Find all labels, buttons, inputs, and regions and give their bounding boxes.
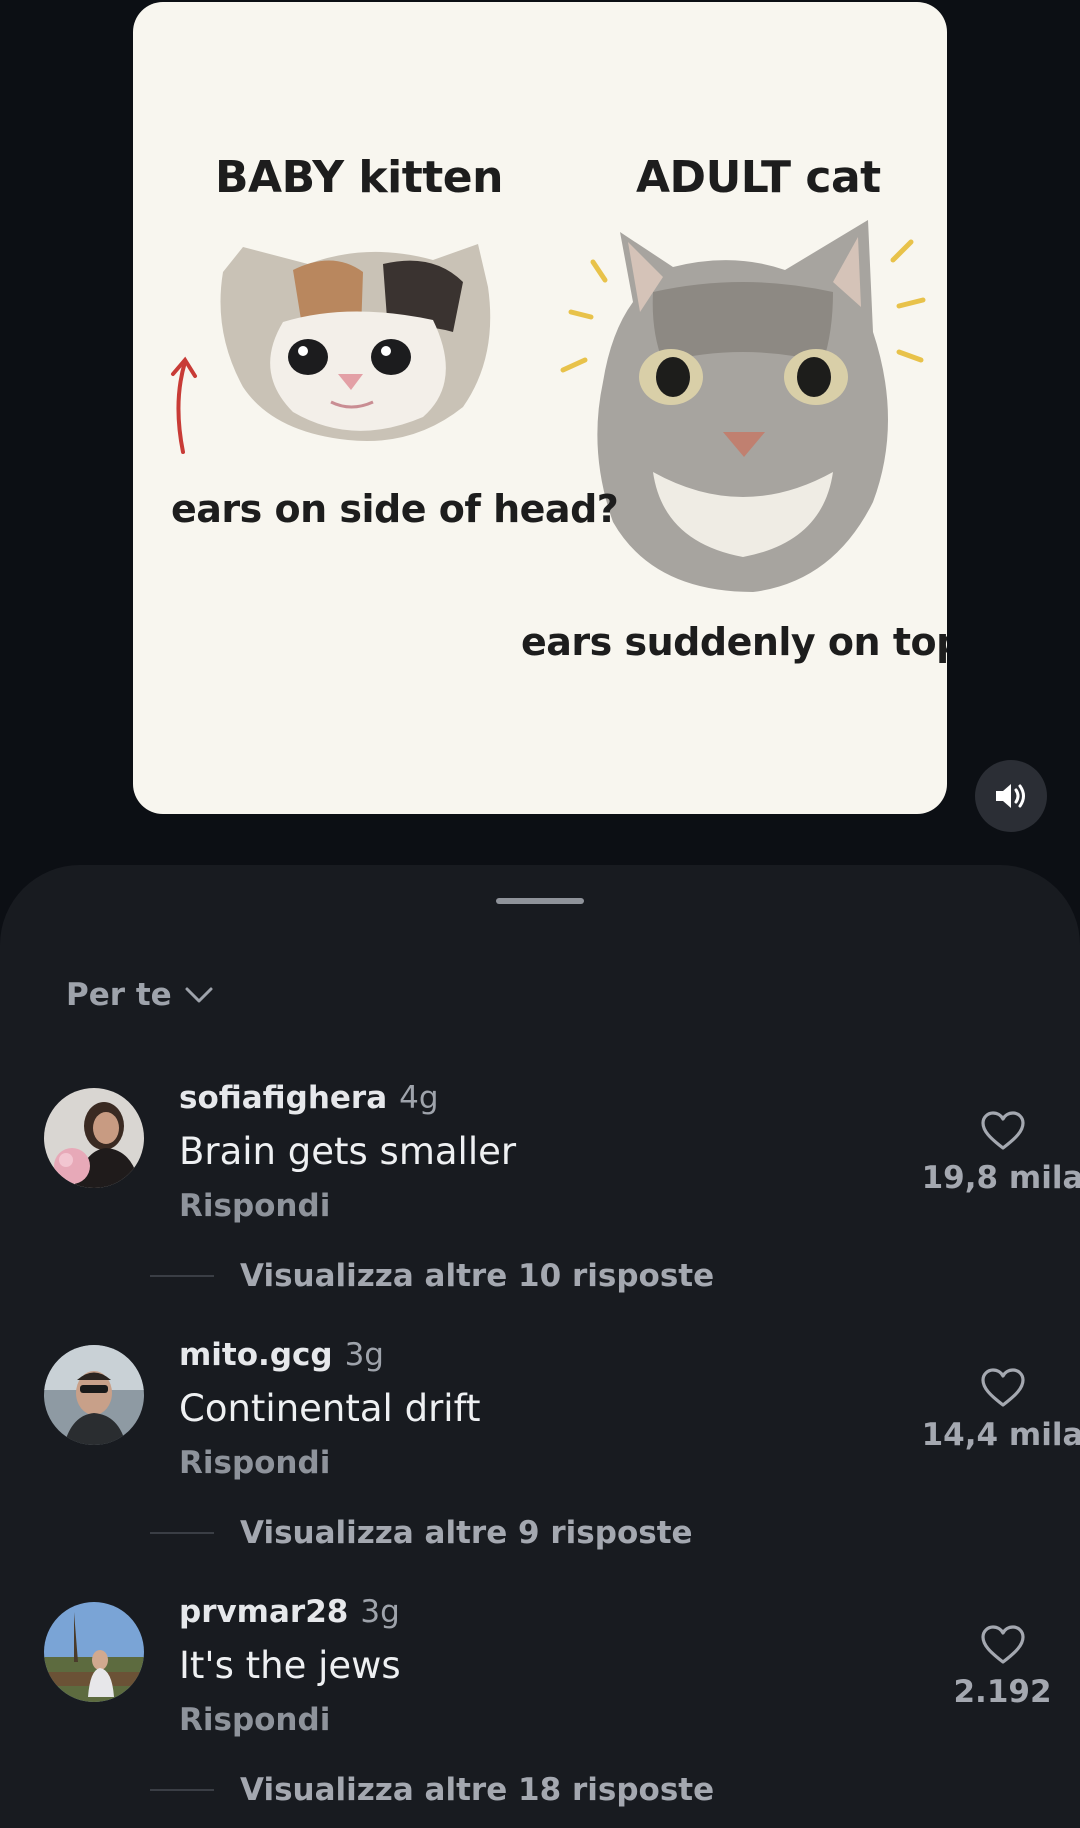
reply-button[interactable]: Rispondi <box>179 1188 330 1224</box>
kitten-image <box>220 244 491 442</box>
top-caption: ears suddenly on top?.. <box>521 620 947 664</box>
view-more-replies-label: Visualizza altre 10 risposte <box>240 1258 715 1294</box>
like-count: 2.192 <box>953 1674 1052 1710</box>
like-count: 14,4 mila <box>921 1417 1080 1453</box>
like-button[interactable]: 14,4 mila <box>920 1367 1080 1453</box>
comment-time: 3g <box>360 1594 400 1630</box>
thread-line <box>150 1275 214 1277</box>
avatar-image <box>44 1345 144 1445</box>
reply-button[interactable]: Rispondi <box>179 1702 330 1738</box>
adult-cat-image <box>597 220 888 592</box>
avatar[interactable] <box>44 1602 144 1702</box>
heart-icon <box>980 1625 1025 1664</box>
comment-text: Brain gets smaller <box>179 1130 517 1173</box>
avatar[interactable] <box>44 1345 144 1445</box>
reply-button[interactable]: Rispondi <box>179 1445 330 1481</box>
adult-cat-label: ADULT cat <box>636 152 881 203</box>
comment-username[interactable]: sofiafighera <box>179 1080 387 1116</box>
side-caption: ears on side of head? <box>171 487 619 531</box>
avatar-image <box>44 1088 144 1188</box>
heart-icon <box>980 1111 1025 1150</box>
comment-text: Continental drift <box>179 1387 481 1430</box>
view-more-replies[interactable]: Visualizza altre 18 risposte <box>150 1772 714 1808</box>
post-image[interactable]: BABY kitten ADULT cat ears on side of he… <box>133 2 947 814</box>
sort-dropdown[interactable]: Per te <box>66 977 214 1013</box>
comments-sheet: Per te sofiafighera 4g Brain gets smalle… <box>0 865 1080 1828</box>
like-button[interactable]: 2.192 <box>920 1624 1080 1710</box>
sheet-drag-handle[interactable] <box>496 898 584 904</box>
view-more-replies-label: Visualizza altre 18 risposte <box>240 1772 715 1808</box>
view-more-replies-label: Visualizza altre 9 risposte <box>240 1515 693 1551</box>
meme-illustration <box>171 220 926 592</box>
comment-item: sofiafighera 4g Brain gets smaller Rispo… <box>0 1080 1080 1320</box>
sort-label: Per te <box>66 977 172 1013</box>
like-button[interactable]: 19,8 mila <box>920 1110 1080 1196</box>
speaker-volume-icon <box>996 784 1025 808</box>
thread-line <box>150 1532 214 1534</box>
comment-time: 3g <box>344 1337 384 1373</box>
thread-line <box>150 1789 214 1791</box>
comment-text: It's the jews <box>179 1644 401 1687</box>
avatar-image <box>44 1602 144 1702</box>
comment-username[interactable]: prvmar28 <box>179 1594 348 1630</box>
view-more-replies[interactable]: Visualizza altre 9 risposte <box>150 1515 693 1551</box>
chevron-down-icon <box>185 987 213 1003</box>
comment-item: mito.gcg 3g Continental drift Rispondi 1… <box>0 1337 1080 1577</box>
heart-icon <box>980 1368 1025 1407</box>
comment-time: 4g <box>399 1080 439 1116</box>
avatar[interactable] <box>44 1088 144 1188</box>
like-count: 19,8 mila <box>921 1160 1080 1196</box>
sound-button[interactable] <box>975 760 1047 832</box>
comment-username[interactable]: mito.gcg <box>179 1337 333 1373</box>
comment-item: prvmar28 3g It's the jews Rispondi 2.192… <box>0 1594 1080 1828</box>
baby-kitten-label: BABY kitten <box>215 152 503 203</box>
view-more-replies[interactable]: Visualizza altre 10 risposte <box>150 1258 714 1294</box>
